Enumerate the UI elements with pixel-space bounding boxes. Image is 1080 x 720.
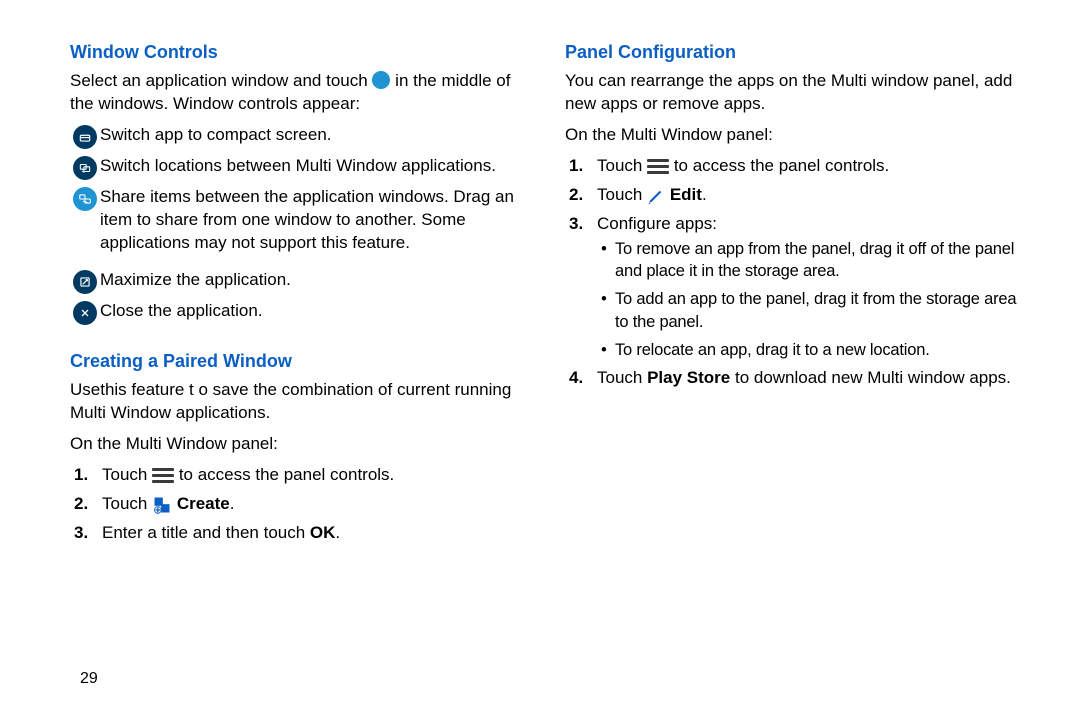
- wc-item-close: Close the application.: [70, 300, 525, 325]
- paired-step-1: Touch to access the panel controls.: [74, 464, 525, 487]
- window-controls-intro-a: Select an application window and touch: [70, 71, 372, 90]
- panel-step-3: Configure apps: To remove an app from th…: [569, 213, 1020, 361]
- wc-item-share: Share items between the application wind…: [70, 186, 525, 255]
- wc-item-share-text: Share items between the application wind…: [100, 186, 525, 255]
- paired-window-desc: Usethis feature t o save the combination…: [70, 379, 525, 425]
- wc-item-maximize-text: Maximize the application.: [100, 269, 525, 292]
- switch-windows-icon: [73, 156, 97, 180]
- panel-config-desc: You can rearrange the apps on the Multi …: [565, 70, 1020, 116]
- close-icon: [73, 301, 97, 325]
- create-label: Create: [177, 494, 230, 513]
- page: Window Controls Select an application wi…: [0, 0, 1080, 720]
- wc-item-switch-text: Switch locations between Multi Window ap…: [100, 155, 525, 178]
- wc-item-compact: Switch app to compact screen.: [70, 124, 525, 149]
- paired-window-heading: Creating a Paired Window: [70, 349, 525, 373]
- panel-config-on-panel: On the Multi Window panel:: [565, 124, 1020, 147]
- window-controls-intro: Select an application window and touch i…: [70, 70, 525, 116]
- maximize-icon: [73, 270, 97, 294]
- panel-config-steps: Touch to access the panel controls. Touc…: [569, 155, 1020, 390]
- share-windows-icon: [73, 187, 97, 211]
- page-number: 29: [80, 670, 98, 688]
- paired-on-panel: On the Multi Window panel:: [70, 433, 525, 456]
- pencil-icon: [647, 187, 665, 205]
- hamburger-icon: [647, 156, 669, 177]
- panel-step-4: Touch Play Store to download new Multi w…: [569, 367, 1020, 390]
- bullet-relocate: To relocate an app, drag it to a new loc…: [597, 339, 1020, 361]
- wc-item-switch: Switch locations between Multi Window ap…: [70, 155, 525, 180]
- paired-step-3: Enter a title and then touch OK.: [74, 522, 525, 545]
- compact-screen-icon: [73, 125, 97, 149]
- paired-steps: Touch to access the panel controls. Touc…: [74, 464, 525, 545]
- wc-item-compact-text: Switch app to compact screen.: [100, 124, 525, 147]
- panel-config-bullets: To remove an app from the panel, drag it…: [597, 238, 1020, 361]
- bullet-remove: To remove an app from the panel, drag it…: [597, 238, 1020, 283]
- circle-handle-icon: [372, 71, 390, 89]
- wc-item-maximize: Maximize the application.: [70, 269, 525, 294]
- create-icon: [152, 495, 172, 515]
- edit-label: Edit: [670, 185, 702, 204]
- panel-step-2: Touch Edit.: [569, 184, 1020, 207]
- window-controls-heading: Window Controls: [70, 40, 525, 64]
- panel-step-1: Touch to access the panel controls.: [569, 155, 1020, 178]
- wc-item-close-text: Close the application.: [100, 300, 525, 323]
- bullet-add: To add an app to the panel, drag it from…: [597, 288, 1020, 333]
- panel-config-heading: Panel Configuration: [565, 40, 1020, 64]
- hamburger-icon: [152, 465, 174, 486]
- paired-step-2: Touch Create.: [74, 493, 525, 516]
- left-column: Window Controls Select an application wi…: [70, 40, 555, 700]
- right-column: Panel Configuration You can rearrange th…: [555, 40, 1040, 700]
